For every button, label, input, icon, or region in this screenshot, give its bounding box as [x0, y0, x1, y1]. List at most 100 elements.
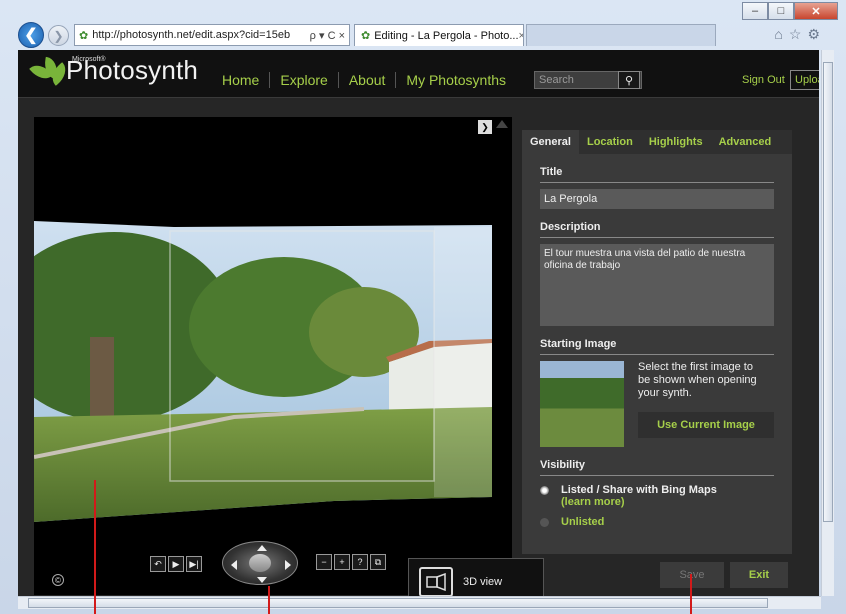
page-horizontal-scrollbar[interactable]: [18, 596, 821, 609]
nav-home[interactable]: Home: [212, 72, 271, 88]
zoom-controls: − + ? ⧉: [316, 554, 388, 570]
rotate-button[interactable]: ↶: [150, 556, 166, 572]
close-button[interactable]: ✕: [794, 2, 838, 20]
visibility-heading: Visibility: [540, 459, 774, 476]
nav-my-photosynths[interactable]: My Photosynths: [396, 72, 516, 88]
view-mode-button[interactable]: ⧉: [370, 554, 386, 570]
forward-button[interactable]: ❯: [48, 25, 69, 46]
tab-blurred[interactable]: [526, 24, 716, 46]
zoom-in-button[interactable]: +: [334, 554, 350, 570]
lawn: [34, 407, 492, 522]
3d-view-icon: [419, 567, 453, 596]
rotate-icon: ↶: [154, 558, 162, 569]
back-button[interactable]: ❮: [18, 22, 44, 48]
starting-image-section: Select the first image to be shown when …: [540, 361, 774, 447]
help-button[interactable]: ?: [352, 554, 368, 570]
dpad-left-icon[interactable]: [231, 560, 237, 570]
page-vertical-scrollbar[interactable]: [821, 50, 834, 596]
save-button[interactable]: Save: [660, 562, 724, 588]
favorites-star-icon[interactable]: ☆: [789, 26, 808, 42]
description-field[interactable]: El tour muestra una vista del patio de n…: [540, 244, 774, 326]
annotation-arrow: [690, 574, 692, 614]
site-favicon-icon: ✿: [79, 29, 89, 42]
visibility-option-listed[interactable]: Listed / Share with Bing Maps (learn mor…: [540, 484, 774, 508]
dpad-center-icon[interactable]: [249, 554, 271, 572]
playback-controls: ↶ ▶ ▶|: [150, 552, 204, 576]
site-header: Microsoft® Photosynth Home Explore About…: [18, 50, 819, 98]
3d-view-label: 3D view: [463, 576, 503, 588]
visibility-option-unlisted[interactable]: Unlisted: [540, 516, 774, 528]
triangle-up-icon: [496, 120, 508, 128]
tab-title: Editing - La Pergola - Photo...: [374, 29, 519, 42]
address-bar-controls[interactable]: ρ ▾ C ×: [310, 29, 349, 42]
exit-button[interactable]: Exit: [730, 562, 788, 588]
starting-image-heading: Starting Image: [540, 338, 774, 355]
navigation-dpad[interactable]: [222, 541, 298, 585]
dpad-right-icon[interactable]: [285, 560, 291, 570]
general-tab-body: Title La Pergola Description El tour mue…: [522, 154, 792, 554]
radio-unselected-icon[interactable]: [540, 518, 549, 527]
minimize-button[interactable]: –: [742, 2, 768, 20]
search-icon: ⚲: [624, 74, 634, 87]
arrow-right-icon: ❯: [53, 28, 64, 43]
collapse-panel-button[interactable]: ❯: [478, 120, 492, 134]
tab-advanced[interactable]: Advanced: [711, 130, 780, 154]
browser-window: – □ ✕ ❮ ❯ ✿ http://photosynth.net/edit.a…: [0, 0, 846, 614]
annotation-arrow: [268, 586, 270, 614]
radio-selected-icon[interactable]: [540, 486, 549, 495]
title-heading: Title: [540, 166, 774, 183]
chevron-right-icon: ❯: [481, 121, 489, 132]
nav-about[interactable]: About: [339, 72, 397, 88]
brand-small: Microsoft®: [72, 56, 106, 63]
play-icon: ▶: [172, 558, 180, 569]
minus-icon: −: [321, 557, 327, 567]
tab-highlights[interactable]: Highlights: [641, 130, 711, 154]
description-heading: Description: [540, 221, 774, 238]
step-forward-button[interactable]: ▶|: [186, 556, 202, 572]
panel-tabs: General Location Highlights Advanced: [522, 130, 792, 154]
tab-close-icon[interactable]: ×: [519, 30, 523, 42]
plus-icon: +: [339, 557, 345, 567]
search-button[interactable]: ⚲: [618, 71, 640, 89]
window-controls: – □ ✕: [742, 2, 838, 20]
tab-location[interactable]: Location: [579, 130, 641, 154]
address-bar[interactable]: ✿ http://photosynth.net/edit.aspx?cid=15…: [74, 24, 350, 46]
unlisted-label: Unlisted: [561, 516, 605, 528]
use-current-image-button[interactable]: Use Current Image: [638, 412, 774, 438]
3d-view-icon: ⧉: [374, 556, 382, 567]
vertical-scroll-thumb[interactable]: [823, 62, 833, 522]
learn-more-link[interactable]: (learn more): [561, 496, 717, 508]
photosynth-logo[interactable]: Microsoft® Photosynth: [29, 56, 198, 86]
dpad-up-icon[interactable]: [257, 545, 267, 551]
horizontal-scroll-thumb[interactable]: [28, 598, 768, 608]
starting-image-thumbnail: [540, 361, 624, 447]
annotation-arrow: [94, 480, 96, 614]
zoom-out-button[interactable]: −: [316, 554, 332, 570]
dpad-down-icon[interactable]: [257, 577, 267, 583]
toolbar-icons: ⌂☆⚙: [774, 26, 826, 43]
gear-icon[interactable]: ⚙: [807, 26, 826, 42]
address-url: http://photosynth.net/edit.aspx?cid=15eb: [92, 29, 291, 41]
listed-label: Listed / Share with Bing Maps: [561, 484, 717, 496]
maximize-button[interactable]: □: [768, 2, 794, 20]
edit-panel: General Location Highlights Advanced Tit…: [522, 130, 792, 554]
starting-image-help: Select the first image to be shown when …: [638, 361, 757, 399]
step-forward-icon: ▶|: [189, 558, 199, 569]
question-icon: ?: [357, 557, 363, 567]
tab-general[interactable]: General: [522, 130, 579, 154]
viewer-scroll-up[interactable]: [496, 120, 508, 500]
synth-viewer[interactable]: [18, 117, 512, 595]
copyright-icon[interactable]: ©: [52, 574, 64, 586]
photosynth-leaf-logo-icon: [29, 56, 72, 86]
tab-editing[interactable]: ✿ Editing - La Pergola - Photo... ×: [354, 24, 524, 46]
title-field[interactable]: La Pergola: [540, 189, 774, 209]
synth-panorama[interactable]: [18, 117, 512, 595]
sign-out-link[interactable]: Sign Out: [742, 74, 785, 86]
adjacent-photo[interactable]: [434, 227, 492, 497]
tab-favicon-icon: ✿: [361, 30, 371, 42]
home-icon[interactable]: ⌂: [774, 26, 788, 42]
3d-view-tooltip: 3D view: [408, 558, 544, 596]
play-button[interactable]: ▶: [168, 556, 184, 572]
upload-button[interactable]: Upload: [790, 70, 819, 90]
nav-explore[interactable]: Explore: [270, 72, 339, 88]
